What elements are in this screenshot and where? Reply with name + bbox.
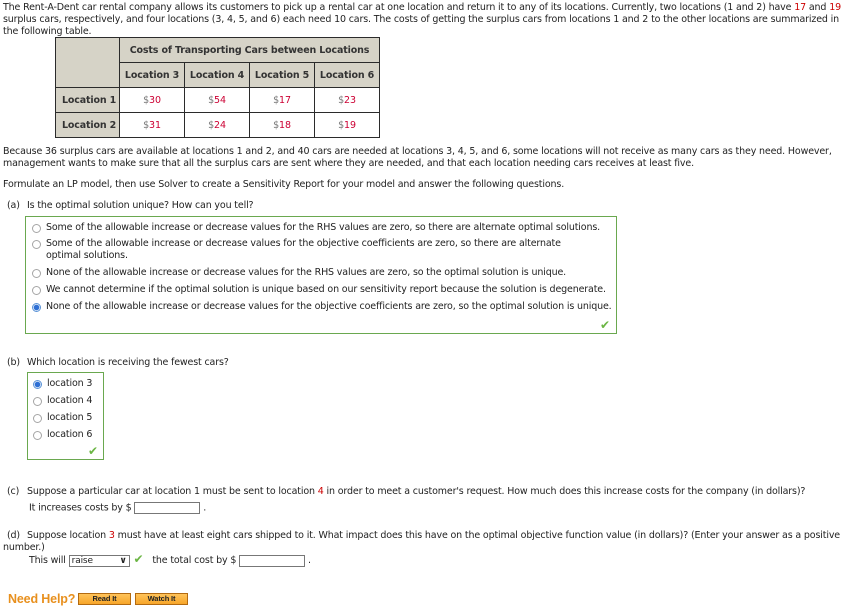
cost-cell: $30: [119, 87, 185, 113]
cost-cell: $31: [119, 112, 185, 138]
column-header: Location 6: [314, 62, 380, 88]
problem-intro: The Rent-A-Dent car rental company allow…: [3, 2, 841, 37]
option-a2[interactable]: Some of the allowable increase or decrea…: [32, 238, 592, 262]
cost-cell: $24: [184, 112, 250, 138]
table-title: Costs of Transporting Cars between Locat…: [119, 37, 380, 63]
correct-check-icon: ✔: [133, 552, 144, 566]
radio-button[interactable]: [33, 430, 42, 440]
question-c-answer-row: It increases costs by $ .: [29, 502, 207, 514]
row-header: Location 1: [55, 87, 120, 113]
cost-cell: $19: [314, 112, 380, 138]
radio-button[interactable]: [32, 285, 41, 295]
cost-cell: $18: [249, 112, 315, 138]
radio-button[interactable]: [32, 223, 41, 233]
cost-increase-input[interactable]: [134, 502, 201, 514]
question-d: (d) Suppose location 3 must have at least…: [3, 530, 840, 553]
option-b1[interactable]: location 3: [33, 378, 92, 390]
column-header: Location 3: [119, 62, 185, 88]
table-corner: [55, 37, 120, 88]
question-c: (c) Suppose a particular car at location …: [3, 486, 853, 498]
radio-button[interactable]: [32, 239, 41, 249]
impact-direction-select[interactable]: raise ∨: [68, 554, 130, 567]
table-row: Location 1 $30 $54 $17 $23: [55, 87, 380, 113]
question-b-answer-box: location 3 location 4 location 5 locatio…: [27, 372, 104, 460]
option-a4[interactable]: We cannot determine if the optimal solut…: [32, 284, 606, 296]
cost-cell: $54: [184, 87, 250, 113]
question-c-label: (c): [7, 486, 20, 497]
question-d-answer-row: This will raise ∨ ✔ the total cost by $ .: [29, 552, 311, 567]
question-b: (b) Which location is receiving the fewes…: [3, 357, 853, 369]
cost-cell: $17: [249, 87, 315, 113]
radio-button[interactable]: [33, 396, 42, 406]
column-header: Location 4: [184, 62, 250, 88]
question-a-label: (a): [7, 200, 20, 211]
chevron-down-icon: ∨: [119, 555, 127, 566]
option-a1[interactable]: Some of the allowable increase or decrea…: [32, 222, 600, 234]
table-row: Location 2 $31 $24 $18 $19: [55, 112, 380, 138]
radio-button[interactable]: [33, 413, 42, 423]
cost-impact-input[interactable]: [239, 554, 306, 567]
option-a3[interactable]: None of the allowable increase or decrea…: [32, 267, 566, 279]
question-a: (a) Is the optimal solution unique? How c…: [3, 200, 853, 212]
question-a-answer-box: Some of the allowable increase or decrea…: [25, 216, 617, 334]
column-header: Location 5: [249, 62, 315, 88]
question-b-text: Which location is receiving the fewest c…: [27, 357, 229, 368]
radio-button-selected[interactable]: [33, 379, 42, 389]
watch-it-button[interactable]: Watch It: [135, 593, 188, 605]
surplus-location-2: 19: [829, 2, 841, 13]
need-help-label: Need Help?: [8, 592, 76, 606]
row-header: Location 2: [55, 112, 120, 138]
cost-table: Costs of Transporting Cars between Locat…: [55, 37, 380, 138]
radio-button[interactable]: [32, 268, 41, 278]
surplus-location-1: 17: [794, 2, 807, 13]
instructions-paragraph: Formulate an LP model, then use Solver t…: [3, 179, 565, 190]
context-paragraph: Because 36 surplus cars are available at…: [3, 146, 832, 169]
option-b2[interactable]: location 4: [33, 395, 92, 407]
cost-cell: $23: [314, 87, 380, 113]
option-b3[interactable]: location 5: [33, 412, 92, 424]
question-a-text: Is the optimal solution unique? How can …: [27, 200, 254, 211]
read-it-button[interactable]: Read It: [78, 593, 131, 605]
correct-check-icon: ✔: [88, 444, 98, 458]
option-b4[interactable]: location 6: [33, 429, 92, 441]
radio-button-selected[interactable]: [32, 302, 41, 312]
option-a5[interactable]: None of the allowable increase or decrea…: [32, 301, 612, 313]
question-d-label: (d): [7, 530, 20, 541]
correct-check-icon: ✔: [600, 318, 610, 332]
question-b-label: (b): [7, 357, 20, 368]
